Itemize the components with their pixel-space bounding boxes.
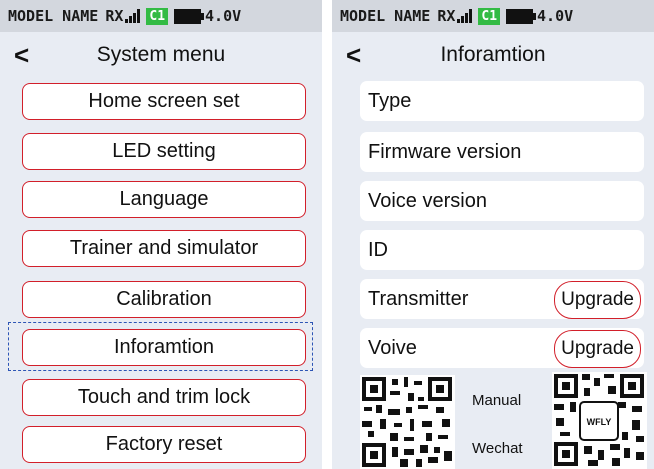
page-title: Inforamtion [440, 43, 546, 66]
battery-icon [174, 8, 205, 24]
type-label: Type [368, 89, 412, 112]
factory-reset-button[interactable]: Factory reset [22, 426, 306, 463]
signal-icon [457, 9, 473, 23]
id-label: ID [368, 238, 388, 261]
nav-bar: < System menu [0, 36, 322, 76]
voice-label: Voive [368, 336, 417, 359]
voltage-readout: 4.0V [537, 7, 574, 25]
channel-badge: C1 [478, 7, 501, 25]
transmitter-upgrade-button[interactable]: Upgrade [554, 281, 641, 319]
signal-icon [125, 9, 141, 23]
manual-label: Manual [472, 392, 522, 409]
trainer-simulator-button[interactable]: Trainer and simulator [22, 230, 306, 267]
information-button[interactable]: Inforamtion [22, 329, 306, 366]
firmware-version-row: Firmware version [360, 132, 644, 172]
touch-trim-lock-button[interactable]: Touch and trim lock [22, 379, 306, 416]
transmitter-row: Transmitter Upgrade [360, 279, 644, 319]
manual-qr-code-icon [360, 375, 455, 469]
page-title: System menu [96, 43, 226, 66]
home-screen-set-button[interactable]: Home screen set [22, 83, 306, 120]
channel-badge: C1 [146, 7, 169, 25]
wechat-qr-code-icon: WFLY [552, 372, 647, 469]
status-bar: MODEL NAME RX C1 4.0V [332, 0, 654, 32]
rx-label: RX [105, 7, 124, 25]
information-screen: MODEL NAME RX C1 4.0V < Inforamtion Type… [332, 0, 654, 469]
id-row: ID [360, 230, 644, 270]
firmware-version-label: Firmware version [368, 140, 522, 163]
voice-upgrade-button[interactable]: Upgrade [554, 330, 641, 368]
wfly-logo: WFLY [587, 417, 612, 427]
language-button[interactable]: Language [22, 181, 306, 218]
type-row: Type [360, 81, 644, 121]
voice-row: Voive Upgrade [360, 328, 644, 368]
status-bar: MODEL NAME RX C1 4.0V [0, 0, 322, 32]
voice-version-row: Voice version [360, 181, 644, 221]
model-name: MODEL NAME [340, 7, 431, 25]
wechat-label: Wechat [472, 440, 523, 457]
rx-label: RX [437, 7, 456, 25]
battery-icon [506, 8, 537, 24]
voltage-readout: 4.0V [205, 7, 242, 25]
system-menu-screen: MODEL NAME RX C1 4.0V < System menu Home… [0, 0, 322, 469]
calibration-button[interactable]: Calibration [22, 281, 306, 318]
model-name: MODEL NAME [8, 7, 99, 25]
transmitter-label: Transmitter [368, 287, 469, 310]
nav-bar: < Inforamtion [332, 36, 654, 76]
voice-version-label: Voice version [368, 189, 487, 212]
led-setting-button[interactable]: LED setting [22, 133, 306, 170]
